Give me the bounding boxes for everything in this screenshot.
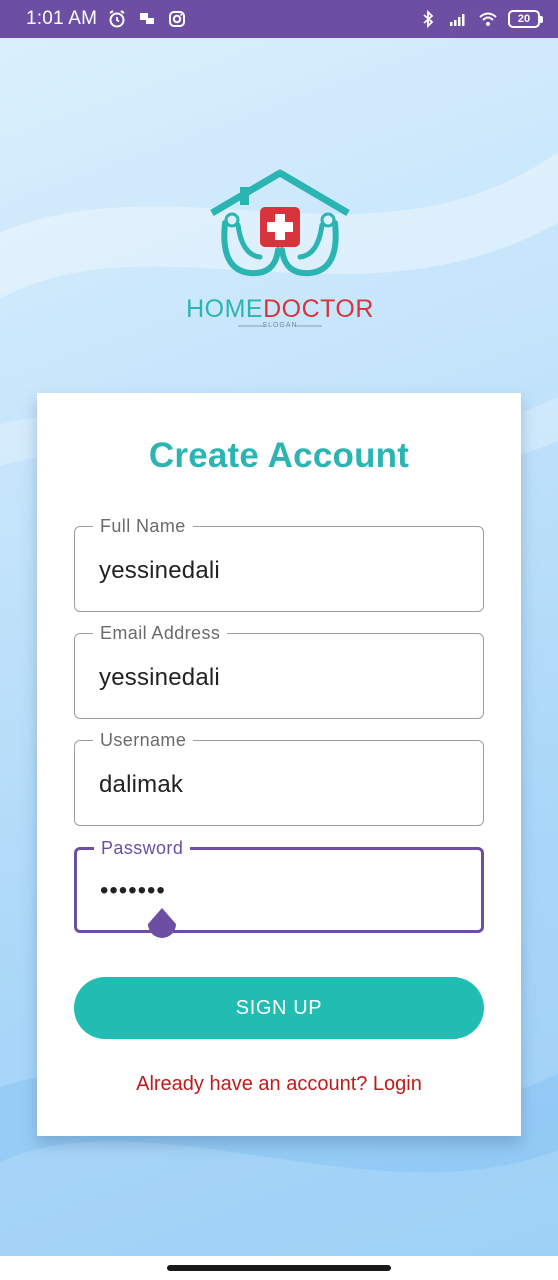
signal-icon bbox=[450, 14, 465, 26]
text-cursor-handle[interactable] bbox=[146, 908, 178, 943]
logo-doctor-text: DOCTOR bbox=[263, 295, 374, 323]
password-value[interactable]: ••••••• bbox=[100, 877, 166, 905]
slogan-text: SLOGAN bbox=[262, 322, 298, 329]
logo-slogan: SLOGAN bbox=[180, 322, 380, 329]
login-link[interactable]: Already have an account? Login bbox=[0, 1073, 558, 1096]
status-time: 1:01 AM bbox=[26, 8, 98, 29]
full-name-label: Full Name bbox=[93, 515, 193, 537]
page-title: Create Account bbox=[148, 436, 410, 475]
email-value[interactable]: yessinedali bbox=[99, 664, 220, 692]
home-gesture-bar[interactable] bbox=[167, 1265, 391, 1271]
password-label: Password bbox=[94, 837, 191, 859]
messaging-icon bbox=[140, 13, 155, 24]
wifi-icon bbox=[479, 12, 497, 26]
password-field[interactable]: Password ••••••• bbox=[74, 837, 484, 933]
username-label: Username bbox=[93, 729, 194, 751]
logo-wordmark: HOMEDOCTOR bbox=[180, 295, 380, 324]
full-name-value[interactable]: yessinedali bbox=[99, 557, 220, 585]
house-stethoscope-icon bbox=[210, 169, 350, 277]
battery-icon: 20 bbox=[508, 10, 543, 28]
logo-home-text: HOME bbox=[186, 295, 264, 323]
username-value[interactable]: dalimak bbox=[99, 771, 183, 799]
email-label: Email Address bbox=[93, 622, 228, 644]
sign-up-button[interactable]: SIGN UP bbox=[74, 977, 484, 1039]
bluetooth-icon bbox=[423, 9, 434, 29]
alarm-icon bbox=[109, 10, 125, 28]
email-field[interactable]: Email Address yessinedali bbox=[74, 622, 484, 719]
full-name-field[interactable]: Full Name yessinedali bbox=[74, 515, 484, 612]
instagram-icon bbox=[169, 11, 186, 27]
home-doctor-logo: HOMEDOCTOR SLOGAN bbox=[180, 165, 380, 335]
status-bar: 1:01 AM 20 bbox=[0, 0, 558, 38]
username-field[interactable]: Username dalimak bbox=[74, 729, 484, 826]
